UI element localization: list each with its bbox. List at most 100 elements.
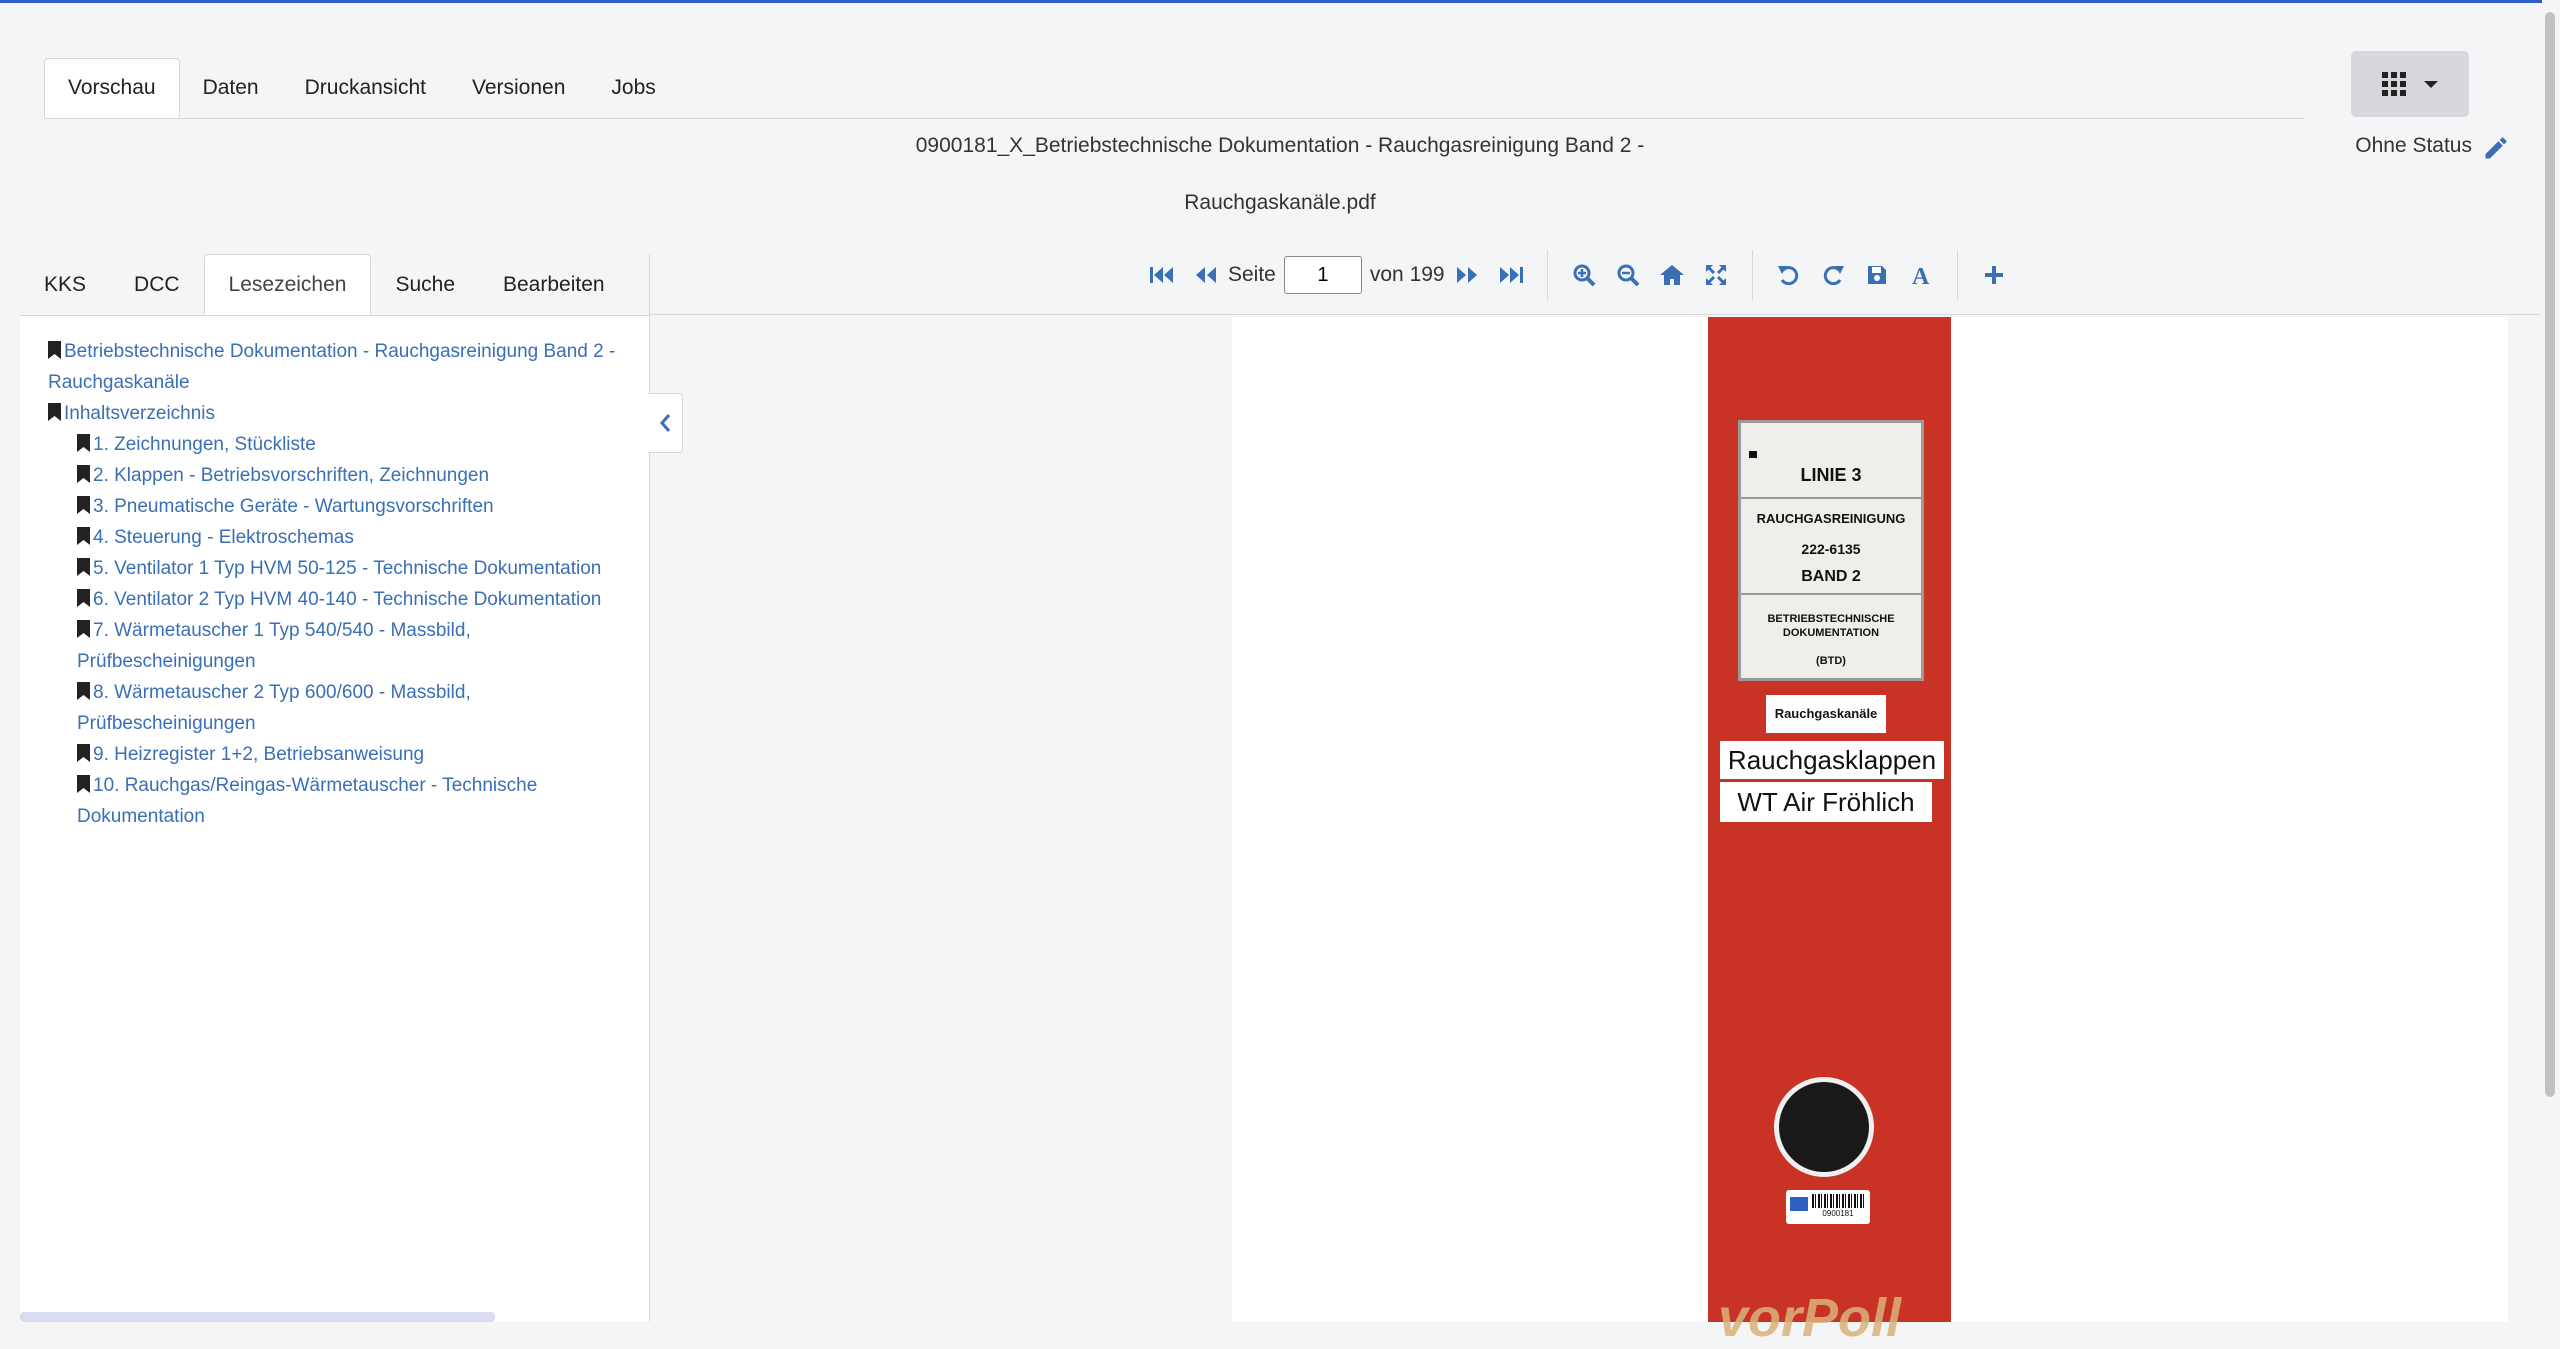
sticker-rauchgaskanaele: Rauchgaskanäle [1766,695,1886,733]
bookmark-label: 10. Rauchgas/Reingas-Wärmetauscher - Tec… [93,775,538,796]
bookmark-icon [48,341,61,359]
zoom-out-icon[interactable] [1615,262,1641,288]
binder-label: LINIE 3 RAUCHGASREINIGUNG 222-6135 BAND … [1738,420,1924,681]
barcode-number: 0900181 [1822,1209,1854,1218]
label-divider [1741,497,1921,499]
bookmark-icon [77,744,90,762]
page-label: Seite [1228,263,1276,286]
page-count-label: von 199 [1369,263,1445,286]
bookmark-label: 7. Wärmetauscher 1 Typ 540/540 - Massbil… [93,620,471,641]
bookmark-label: 6. Ventilator 2 Typ HVM 40-140 - Technis… [93,589,602,610]
bookmark-label: Inhaltsverzeichnis [64,403,216,424]
bookmark-item[interactable]: 7. Wärmetauscher 1 Typ 540/540 - Massbil… [48,615,633,677]
collapse-panel-button[interactable] [648,393,683,453]
bookmark-item[interactable]: Betriebstechnische Dokumentation - Rauch… [48,336,633,398]
toolbar-separator [1546,250,1548,300]
tab-suche[interactable]: Suche [371,254,479,315]
bookmark-item[interactable]: 10. Rauchgas/Reingas-Wärmetauscher - Tec… [48,770,633,832]
viewer-divider [650,314,2540,315]
bookmark-label-cont: Rauchgaskanäle [48,372,190,393]
label-btd-line3: (BTD) [1816,655,1846,667]
bookmark-icon [77,620,90,638]
next-page-icon[interactable] [1454,262,1480,288]
bookmark-icon [77,496,90,514]
horizontal-scrollbar-thumb[interactable] [20,1312,495,1322]
binder-finger-hole [1774,1077,1874,1177]
barcode-logo [1790,1197,1808,1211]
bookmark-label-cont: Prüfbescheinigungen [77,713,256,734]
tab-lesezeichen[interactable]: Lesezeichen [203,254,372,315]
label-number: 222-6135 [1801,541,1861,557]
plus-icon[interactable] [1981,262,2007,288]
rotate-left-icon[interactable] [1776,262,1802,288]
fullscreen-icon[interactable] [1703,262,1729,288]
tab-kks[interactable]: KKS [20,254,110,315]
bookmark-label: 2. Klappen - Betriebsvorschriften, Zeich… [93,465,490,486]
bookmark-label: Betriebstechnische Dokumentation - Rauch… [64,341,616,362]
tab-bearbeiten[interactable]: Bearbeiten [479,254,629,315]
first-page-icon[interactable] [1149,262,1175,288]
last-page-icon[interactable] [1498,262,1524,288]
bookmark-icon [77,682,90,700]
toolbar-separator [1751,250,1753,300]
bookmark-label-cont: Dokumentation [77,806,205,827]
top-accent-bar [0,0,2560,3]
caret-down-icon [2424,81,2438,88]
bookmark-item[interactable]: 8. Wärmetauscher 2 Typ 600/600 - Massbil… [48,677,633,739]
bookmark-label: 3. Pneumatische Geräte - Wartungsvorschr… [93,496,494,517]
svg-text:A: A [1912,264,1930,287]
tab-druckansicht[interactable]: Druckansicht [282,58,449,117]
tab-vorschau[interactable]: Vorschau [44,58,180,118]
bookmark-item[interactable]: 9. Heizregister 1+2, Betriebsanweisung [48,739,633,770]
text-font-icon[interactable]: A [1908,262,1934,288]
apps-grid-icon [2382,72,2406,96]
bookmark-item[interactable]: 5. Ventilator 1 Typ HVM 50-125 - Technis… [48,553,633,584]
bookmark-icon [77,465,90,483]
barcode-label: 0900181 [1786,1190,1870,1224]
bookmark-item[interactable]: 1. Zeichnungen, Stückliste [48,429,633,460]
bookmark-icon [77,775,90,793]
pencil-icon[interactable] [2482,134,2510,162]
vertical-scrollbar-thumb[interactable] [2545,12,2555,1097]
bookmark-label: 4. Steuerung - Elektroschemas [93,527,354,548]
apps-menu-button[interactable] [2351,51,2469,117]
rotate-right-icon[interactable] [1820,262,1846,288]
sticker-wt-air: WT Air Fröhlich [1720,782,1932,822]
chevron-left-icon [660,414,671,432]
bookmark-label: 5. Ventilator 1 Typ HVM 50-125 - Technis… [93,558,602,579]
bookmark-icon [48,403,61,421]
bookmark-item[interactable]: Inhaltsverzeichnis [48,398,633,429]
binder-spine-image: LINIE 3 RAUCHGASREINIGUNG 222-6135 BAND … [1708,317,1951,1348]
label-btd-line2: DOKUMENTATION [1782,627,1880,639]
previous-page-icon[interactable] [1193,262,1219,288]
tab-versionen[interactable]: Versionen [449,58,588,117]
tab-jobs[interactable]: Jobs [588,58,678,117]
save-icon[interactable] [1864,262,1890,288]
bookmark-label: 1. Zeichnungen, Stückliste [93,434,316,455]
bookmark-icon [77,589,90,607]
bookmark-item[interactable]: 4. Steuerung - Elektroschemas [48,522,633,553]
status-label: Ohne Status [2355,134,2472,157]
bookmark-item[interactable]: 3. Pneumatische Geräte - Wartungsvorschr… [48,491,633,522]
label-divider [1741,593,1921,595]
page-number-input[interactable] [1283,256,1362,294]
viewer-toolbar: Seite von 199 A [1140,247,2016,303]
label-btd-line1: BETRIEBSTECHNISCHE [1767,613,1895,625]
home-icon[interactable] [1659,262,1685,288]
bookmark-list: Betriebstechnische Dokumentation - Rauch… [48,336,633,832]
zoom-in-icon[interactable] [1571,262,1597,288]
main-tabs: Vorschau Daten Druckansicht Versionen Jo… [44,58,2304,119]
bookmark-item[interactable]: 6. Ventilator 2 Typ HVM 40-140 - Technis… [48,584,633,615]
label-dot [1749,451,1757,458]
sticker-rauchgasklappen: Rauchgasklappen [1720,741,1944,779]
tab-daten[interactable]: Daten [180,58,282,117]
bookmark-item[interactable]: 2. Klappen - Betriebsvorschriften, Zeich… [48,460,633,491]
tab-dcc[interactable]: DCC [110,254,204,315]
label-rauchgasreinigung: RAUCHGASREINIGUNG [1756,511,1906,526]
label-band: BAND 2 [1801,568,1861,585]
document-title-line1: 0900181_X_Betriebstechnische Dokumentati… [915,134,1645,157]
bookmark-label: 9. Heizregister 1+2, Betriebsanweisung [93,744,425,765]
label-linie: LINIE 3 [1800,465,1862,485]
barcode-bars [1812,1194,1864,1208]
bookmark-label-cont: Prüfbescheinigungen [77,651,256,672]
